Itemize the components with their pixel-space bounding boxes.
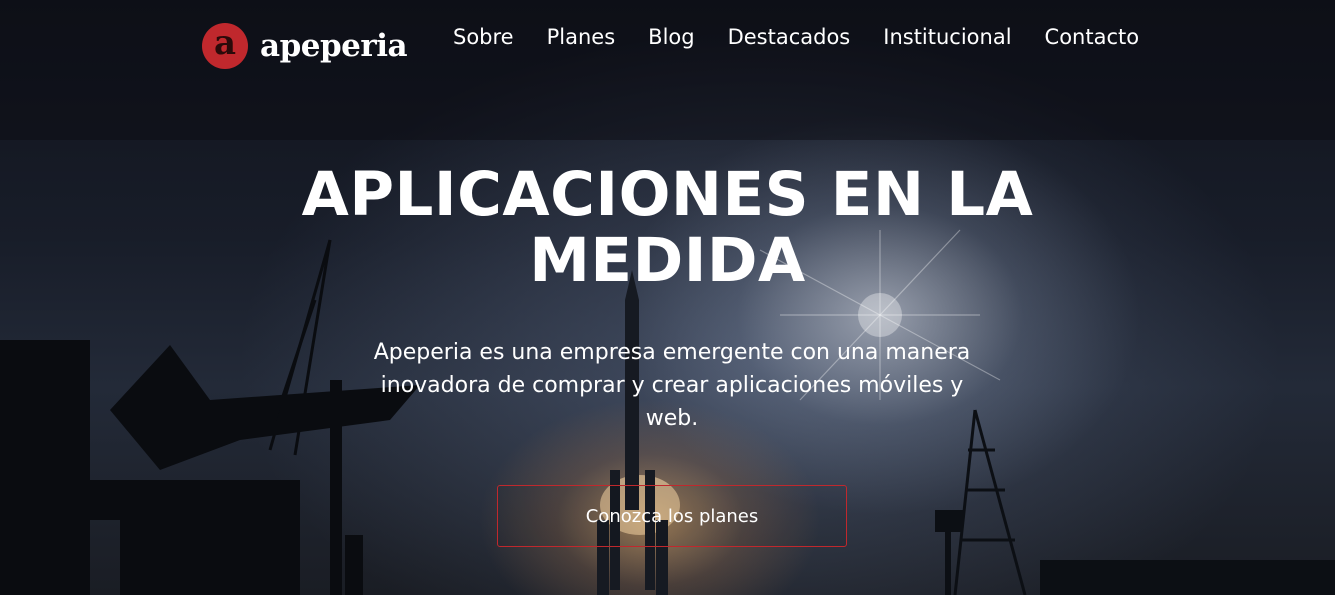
- nav-item-destacados[interactable]: Destacados: [728, 24, 851, 50]
- hero-headline-line-1: APLICACIONES EN LA: [301, 159, 1034, 230]
- nav-item-institucional[interactable]: Institucional: [883, 24, 1011, 50]
- hero-section: a apeperia Sobre Planes Blog Destacados …: [0, 0, 1335, 595]
- hero-headline: APLICACIONES EN LA MEDIDA: [0, 162, 1335, 294]
- nav-item-blog[interactable]: Blog: [648, 24, 694, 50]
- top-navigation-bar: a apeperia Sobre Planes Blog Destacados …: [0, 0, 1335, 80]
- hero-headline-line-2: MEDIDA: [529, 225, 806, 296]
- brand-name: apeperia: [260, 28, 408, 64]
- launch-tower-left-icon: [0, 340, 420, 595]
- nav-item-planes[interactable]: Planes: [547, 24, 616, 50]
- view-plans-button[interactable]: Conozca los planes: [497, 485, 847, 547]
- launch-tower-right-icon: [953, 409, 1027, 595]
- main-menu: Sobre Planes Blog Destacados Institucion…: [453, 24, 1172, 50]
- brand-logo-link[interactable]: a apeperia: [202, 22, 408, 70]
- brand-logo-icon: a: [202, 23, 248, 69]
- nav-item-contacto[interactable]: Contacto: [1045, 24, 1140, 50]
- hero-subtitle: Apeperia es una empresa emergente con un…: [373, 340, 971, 431]
- nav-item-sobre[interactable]: Sobre: [453, 24, 514, 50]
